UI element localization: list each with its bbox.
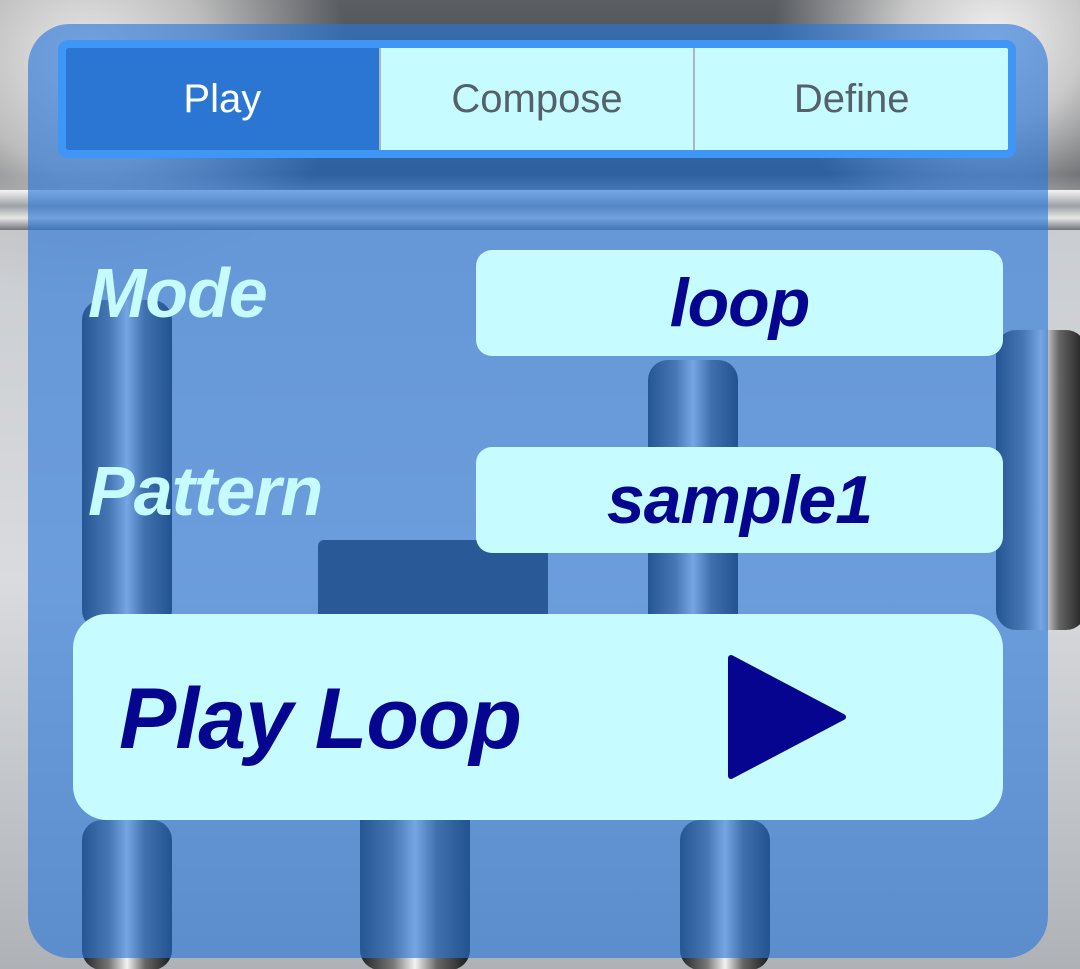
play-loop-button[interactable]: Play Loop <box>73 614 1003 820</box>
tab-define[interactable]: Define <box>693 48 1008 150</box>
pattern-selector[interactable]: sample1 <box>476 447 1003 553</box>
tab-play[interactable]: Play <box>66 48 379 150</box>
mode-label: Mode <box>88 254 268 332</box>
pattern-label: Pattern <box>88 452 323 530</box>
play-icon <box>728 655 846 779</box>
tab-compose[interactable]: Compose <box>378 48 694 150</box>
mode-selector[interactable]: loop <box>476 250 1003 356</box>
tab-bar: Play Compose Define <box>58 40 1016 158</box>
play-loop-label: Play Loop <box>119 671 522 767</box>
app-screen: Play Compose Define Mode loop Pattern sa… <box>0 0 1080 969</box>
